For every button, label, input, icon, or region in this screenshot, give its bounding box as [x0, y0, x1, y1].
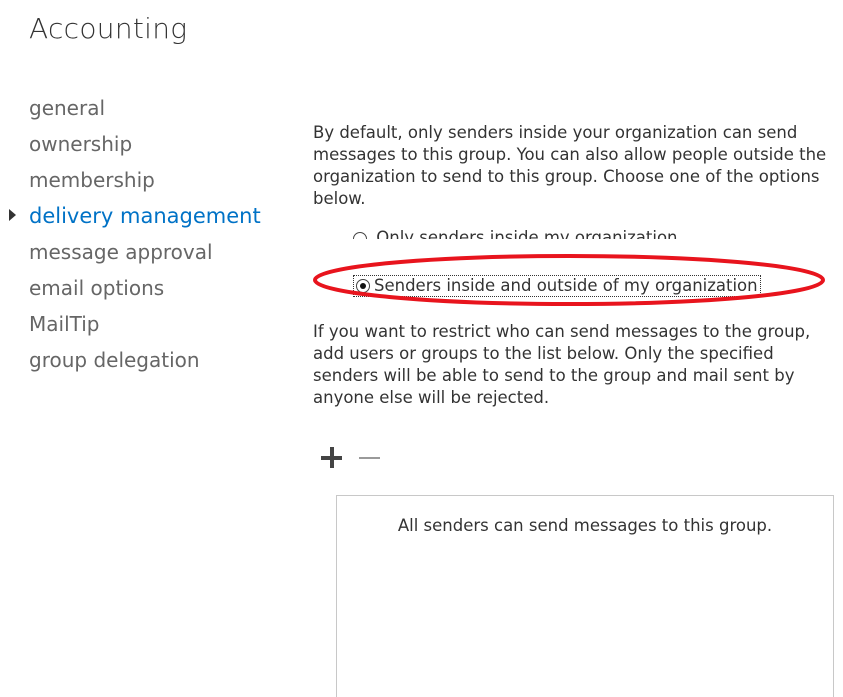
radio-button[interactable]: [356, 279, 370, 293]
allowed-senders-list[interactable]: All senders can send messages to this gr…: [336, 495, 834, 697]
nav-item-label: MailTip: [29, 312, 100, 336]
intro-text: By default, only senders inside your org…: [313, 123, 827, 208]
radio-label: Only senders inside my organization: [376, 228, 678, 239]
nav-item-label: ownership: [29, 132, 133, 156]
nav-item-delivery-management[interactable]: delivery management: [0, 200, 300, 236]
nav-item-label: email options: [29, 276, 165, 300]
plus-icon-v: [329, 447, 334, 468]
radio-option-inside-only[interactable]: Only senders inside my organization: [353, 227, 678, 239]
radio-selected-dot: [360, 283, 366, 289]
nav-item-label: group delegation: [29, 348, 200, 372]
focus-outline: Senders inside and outside of my organiz…: [353, 274, 761, 297]
caret-right-icon: [9, 209, 16, 221]
nav-item-label: message approval: [29, 240, 213, 264]
sidebar-nav: general ownership membership delivery ma…: [0, 92, 300, 380]
radio-label: Senders inside and outside of my organiz…: [374, 275, 758, 295]
nav-item-email-options[interactable]: email options: [0, 272, 300, 308]
radio-button[interactable]: [353, 231, 367, 239]
nav-item-general[interactable]: general: [0, 92, 300, 128]
nav-item-label: general: [29, 96, 106, 120]
nav-item-label: membership: [29, 168, 155, 192]
restrict-text: If you want to restrict who can send mes…: [313, 322, 811, 407]
minus-icon-h: [359, 457, 380, 459]
nav-item-group-delegation[interactable]: group delegation: [0, 344, 300, 380]
remove-sender-button[interactable]: [357, 444, 383, 474]
list-empty-message: All senders can send messages to this gr…: [397, 516, 773, 535]
add-sender-button[interactable]: [319, 444, 345, 474]
radio-option-inside-and-outside[interactable]: Senders inside and outside of my organiz…: [353, 273, 761, 297]
nav-item-membership[interactable]: membership: [0, 164, 300, 200]
nav-item-label: delivery management: [29, 204, 261, 228]
nav-item-mailtip[interactable]: MailTip: [0, 308, 300, 344]
page-title: Accounting: [29, 12, 188, 45]
nav-item-message-approval[interactable]: message approval: [0, 236, 300, 272]
nav-item-ownership[interactable]: ownership: [0, 128, 300, 164]
